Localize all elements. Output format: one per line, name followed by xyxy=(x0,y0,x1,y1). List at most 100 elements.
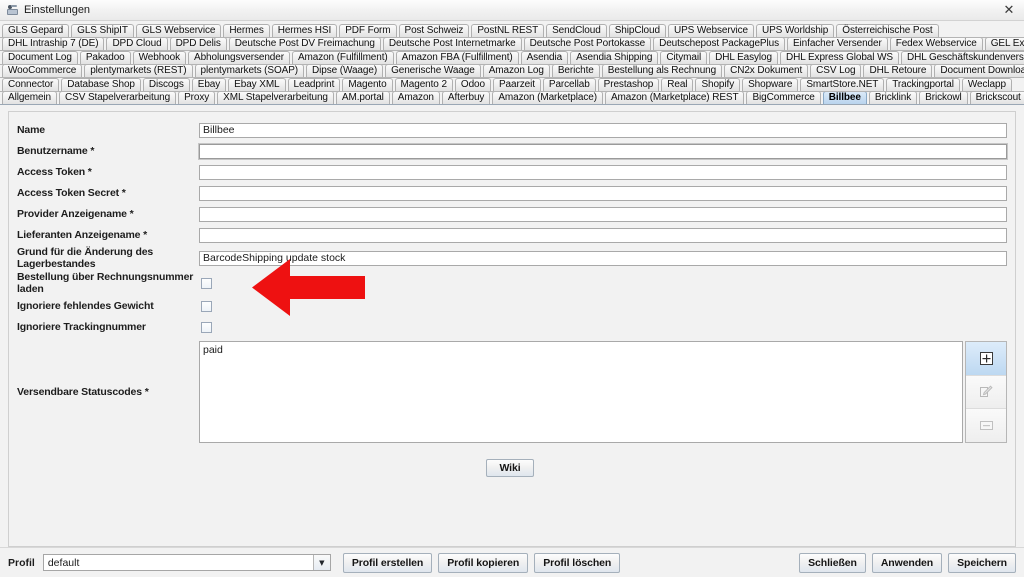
profile-copy-button[interactable]: Profil kopieren xyxy=(438,552,529,573)
profile-delete-button[interactable]: Profil löschen xyxy=(534,552,621,573)
tab-database-shop[interactable]: Database Shop xyxy=(61,78,141,91)
edit-statuscode-button[interactable] xyxy=(966,375,1006,410)
tab-cn2x-dokument[interactable]: CN2x Dokument xyxy=(724,64,809,77)
tab-amazon[interactable]: Amazon xyxy=(391,91,440,104)
tab-brickscout[interactable]: Brickscout xyxy=(969,91,1024,104)
tab-deutsche-post-portokasse[interactable]: Deutsche Post Portokasse xyxy=(523,37,652,50)
tab-bricklink[interactable]: Bricklink xyxy=(868,91,918,104)
tab-allgemein[interactable]: Allgemein xyxy=(2,91,58,104)
checkbox-wrapper[interactable] xyxy=(199,277,212,289)
checkbox[interactable] xyxy=(201,277,212,289)
close-icon[interactable]: ✕ xyxy=(996,1,1022,20)
wiki-button[interactable]: Wiki xyxy=(486,459,534,477)
tab-xml-stapelverarbeitung[interactable]: XML Stapelverarbeitung xyxy=(217,91,334,104)
tab-am-portal[interactable]: AM.portal xyxy=(335,91,390,104)
tab-shopware[interactable]: Shopware xyxy=(742,78,799,91)
tab-pdf-form[interactable]: PDF Form xyxy=(339,24,397,37)
statuscodes-list[interactable]: paid xyxy=(199,341,963,443)
list-item[interactable]: paid xyxy=(203,344,959,357)
tab-gls-shipit[interactable]: GLS ShipIT xyxy=(71,24,134,37)
tab-smartstore-net[interactable]: SmartStore.NET xyxy=(800,78,885,91)
tab-dhl-easylog[interactable]: DHL Easylog xyxy=(709,51,778,64)
tab-document-log[interactable]: Document Log xyxy=(2,51,78,64)
tab-plentymarkets-soap[interactable]: plentymarkets (SOAP) xyxy=(194,64,305,77)
profile-select[interactable]: default ▼ xyxy=(42,554,331,571)
tab-sterreichische-post[interactable]: Österreichische Post xyxy=(836,24,939,37)
field-input[interactable] xyxy=(198,142,1008,160)
tab-dhl-express-global-ws[interactable]: DHL Express Global WS xyxy=(779,51,899,64)
tab-gel-express[interactable]: GEL Express xyxy=(984,37,1024,50)
tab-ebay-xml[interactable]: Ebay XML xyxy=(228,78,286,91)
checkbox[interactable] xyxy=(201,300,212,312)
tab-document-downloader[interactable]: Document Downloader xyxy=(934,64,1024,77)
tab-post-schweiz[interactable]: Post Schweiz xyxy=(398,24,470,37)
tab-leadprint[interactable]: Leadprint xyxy=(287,78,341,91)
tab-postnl-rest[interactable]: PostNL REST xyxy=(471,24,545,37)
tab-odoo[interactable]: Odoo xyxy=(454,78,491,91)
field-input[interactable] xyxy=(199,206,1007,222)
tab-woocommerce[interactable]: WooCommerce xyxy=(2,64,83,77)
add-statuscode-button[interactable] xyxy=(966,342,1006,376)
tab-sendcloud[interactable]: SendCloud xyxy=(546,24,607,37)
tab-asendia[interactable]: Asendia xyxy=(520,51,569,64)
tab-citymail[interactable]: Citymail xyxy=(660,51,708,64)
tab-deutschepost-packageplus[interactable]: Deutschepost PackagePlus xyxy=(653,37,785,50)
tab-amazon-log[interactable]: Amazon Log xyxy=(482,64,550,77)
save-button[interactable]: Speichern xyxy=(948,552,1016,573)
checkbox-wrapper[interactable] xyxy=(199,321,212,333)
tab-dhl-retoure[interactable]: DHL Retoure xyxy=(863,64,933,77)
tab-trackingportal[interactable]: Trackingportal xyxy=(886,78,960,91)
remove-statuscode-button[interactable] xyxy=(966,409,1006,443)
tab-billbee[interactable]: Billbee xyxy=(822,91,867,104)
tab-abholungsversender[interactable]: Abholungsversender xyxy=(188,51,290,64)
tab-csv-log[interactable]: CSV Log xyxy=(810,64,862,77)
tab-ups-webservice[interactable]: UPS Webservice xyxy=(667,24,754,37)
tab-afterbuy[interactable]: Afterbuy xyxy=(441,91,491,104)
tab-amazon-marketplace[interactable]: Amazon (Marketplace) xyxy=(492,91,603,104)
field-input[interactable] xyxy=(199,185,1007,201)
tab-csv-stapelverarbeitung[interactable]: CSV Stapelverarbeitung xyxy=(59,91,177,104)
tab-brickowl[interactable]: Brickowl xyxy=(919,91,968,104)
tab-hermes-hsi[interactable]: Hermes HSI xyxy=(271,24,338,37)
tab-dpd-cloud[interactable]: DPD Cloud xyxy=(106,37,168,50)
tab-prestashop[interactable]: Prestashop xyxy=(597,78,660,91)
tab-plentymarkets-rest[interactable]: plentymarkets (REST) xyxy=(84,64,193,77)
tab-bestellung-als-rechnung[interactable]: Bestellung als Rechnung xyxy=(601,64,723,77)
checkbox-wrapper[interactable] xyxy=(199,300,212,312)
tab-weclapp[interactable]: Weclapp xyxy=(961,78,1012,91)
tab-deutsche-post-dv-freimachung[interactable]: Deutsche Post DV Freimachung xyxy=(228,37,381,50)
tab-shopify[interactable]: Shopify xyxy=(695,78,741,91)
tab-paarzeit[interactable]: Paarzeit xyxy=(492,78,541,91)
close-button[interactable]: Schließen xyxy=(799,552,866,573)
tab-ebay[interactable]: Ebay xyxy=(191,78,227,91)
tab-einfacher-versender[interactable]: Einfacher Versender xyxy=(786,37,888,50)
tab-amazon-marketplace-rest[interactable]: Amazon (Marketplace) REST xyxy=(604,91,745,104)
tab-connector[interactable]: Connector xyxy=(2,78,60,91)
tab-generische-waage[interactable]: Generische Waage xyxy=(385,64,481,77)
profile-create-button[interactable]: Profil erstellen xyxy=(342,552,433,573)
tab-pakadoo[interactable]: Pakadoo xyxy=(79,51,131,64)
tab-hermes[interactable]: Hermes xyxy=(223,24,270,37)
tab-dipse-waage[interactable]: Dipse (Waage) xyxy=(306,64,384,77)
tab-real[interactable]: Real xyxy=(661,78,694,91)
tab-dhl-intraship-7-de[interactable]: DHL Intraship 7 (DE) xyxy=(2,37,105,50)
field-input[interactable] xyxy=(199,227,1007,243)
tab-asendia-shipping[interactable]: Asendia Shipping xyxy=(570,51,659,64)
tab-discogs[interactable]: Discogs xyxy=(142,78,190,91)
tab-amazon-fba-fulfillment[interactable]: Amazon FBA (Fulfillment) xyxy=(395,51,519,64)
apply-button[interactable]: Anwenden xyxy=(871,552,943,573)
tab-dhl-gesch-ftskundenversand[interactable]: DHL Geschäftskundenversand xyxy=(900,51,1024,64)
tab-berichte[interactable]: Berichte xyxy=(551,64,600,77)
tab-dpd-delis[interactable]: DPD Delis xyxy=(169,37,227,50)
tab-proxy[interactable]: Proxy xyxy=(178,91,216,104)
tab-magento[interactable]: Magento xyxy=(342,78,393,91)
field-input[interactable] xyxy=(199,164,1007,180)
checkbox[interactable] xyxy=(201,321,212,333)
field-input[interactable] xyxy=(199,250,1007,266)
tab-gls-gepard[interactable]: GLS Gepard xyxy=(2,24,70,37)
tab-webhook[interactable]: Webhook xyxy=(132,51,186,64)
field-input[interactable] xyxy=(199,122,1007,138)
chevron-down-icon[interactable]: ▼ xyxy=(312,555,330,570)
tab-bigcommerce[interactable]: BigCommerce xyxy=(746,91,821,104)
tab-parcellab[interactable]: Parcellab xyxy=(542,78,596,91)
